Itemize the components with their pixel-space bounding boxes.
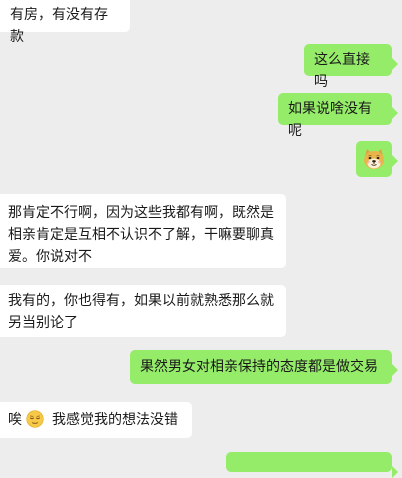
message-text: 果然男女对相亲保持的态度都是做交易 — [140, 359, 378, 375]
doge-emoji-icon — [364, 149, 384, 169]
message-text: 那肯定不行啊，因为这些我都有啊，既然是 相亲肯定是互相不认识不了解，干嘛要聊真 … — [8, 205, 274, 265]
outgoing-message-bubble[interactable]: 这么直接吗 — [304, 44, 398, 90]
outgoing-message-bubble[interactable]: 如果说啥没有呢 — [278, 93, 398, 139]
message-text: 我感觉我的想法没错 — [52, 412, 178, 428]
message-text: 有房，有没有存款 — [10, 7, 108, 45]
outgoing-message-bubble[interactable]: 果然男女对相亲保持的态度都是做交易 — [130, 350, 398, 384]
incoming-message-bubble[interactable]: 有房，有没有存款 — [0, 0, 130, 45]
message-text: 这么直接吗 — [314, 52, 370, 90]
outgoing-sticker-bubble[interactable] — [356, 141, 398, 177]
chat-message-list[interactable]: 有房，有没有存款 这么直接吗 如果说啥没有呢 那肯定不行啊，因为这些我都有啊，既… — [0, 0, 402, 478]
incoming-message-bubble[interactable]: 我有的，你也得有，如果以前就熟悉那么就 另当别论了 — [0, 285, 286, 337]
incoming-message-bubble[interactable]: 那肯定不行啊，因为这些我都有啊，既然是 相亲肯定是互相不认识不了解，干嘛要聊真 … — [0, 194, 286, 268]
relieved-face-emoji-icon — [26, 410, 44, 428]
message-text: 我有的，你也得有，如果以前就熟悉那么就 另当别论了 — [8, 293, 274, 331]
message-prefix-text: 唉 — [8, 412, 22, 428]
message-text: 如果说啥没有呢 — [288, 101, 372, 139]
incoming-message-bubble[interactable]: 唉 我感觉我的想法没错 — [0, 402, 192, 438]
outgoing-message-bubble-partial[interactable] — [226, 452, 398, 478]
